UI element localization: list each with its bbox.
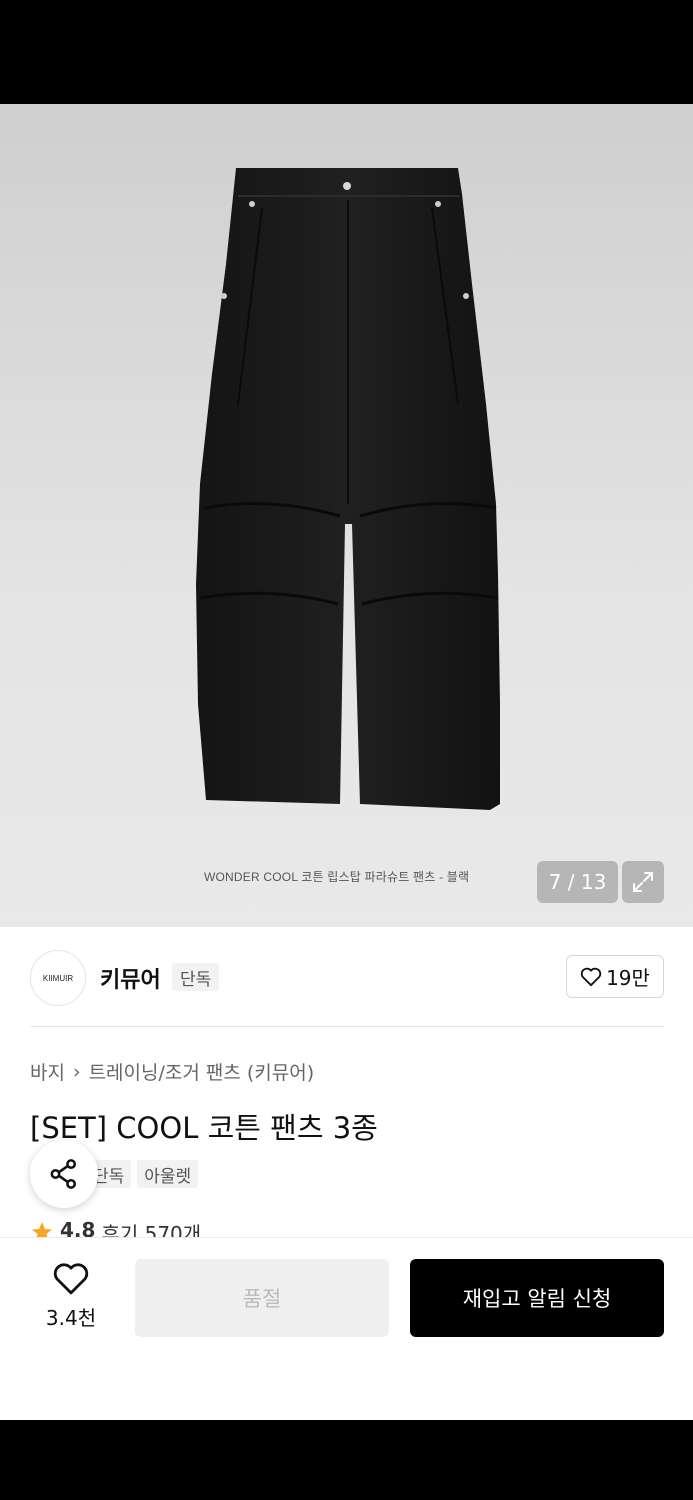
chevron-right-icon: ›	[72, 1060, 81, 1083]
navigation-bar	[0, 1420, 693, 1500]
brand-logo[interactable]: KIIMUIR	[30, 950, 86, 1006]
expand-icon	[633, 872, 653, 892]
product-title: [SET] COOL 코튼 팬츠 3종	[30, 1111, 378, 1145]
share-icon	[50, 1159, 77, 1189]
product-like-count: 3.4천	[45, 1306, 97, 1330]
review-count: 후기 570개	[101, 1222, 202, 1238]
expand-button[interactable]	[622, 861, 664, 903]
brand-like-button[interactable]: 19만	[566, 955, 664, 998]
image-counter: 7 / 13	[537, 861, 618, 903]
rating-score: 4.8	[60, 1218, 96, 1238]
product-image	[196, 168, 500, 810]
tag-outlet: 아울렛	[137, 1160, 199, 1188]
breadcrumb-item-category[interactable]: 바지	[30, 1058, 65, 1085]
brand-exclusive-badge: 단독	[172, 963, 220, 991]
product-image-gallery[interactable]: WONDER COOL 코튼 립스탑 파라슈트 팬츠 - 블랙 7 / 13	[0, 104, 693, 927]
breadcrumb-item-subcategory[interactable]: 트레이닝/조거 팬츠 (키뮤어)	[89, 1058, 315, 1085]
breadcrumb: 바지 › 트레이닝/조거 팬츠 (키뮤어)	[30, 1058, 314, 1085]
brand-like-count: 19만	[606, 966, 650, 990]
product-like-button[interactable]: 3.4천	[30, 1262, 112, 1332]
star-icon	[32, 1222, 52, 1238]
rating-summary[interactable]: 4.8 후기 570개	[30, 1218, 201, 1238]
share-button[interactable]	[30, 1140, 98, 1208]
heart-icon	[580, 967, 602, 986]
product-tags: 단독 아울렛	[86, 1160, 199, 1188]
soldout-button: 품절	[135, 1259, 389, 1337]
image-caption: WONDER COOL 코튼 립스탑 파라슈트 팬츠 - 블랙	[204, 870, 470, 884]
divider	[30, 1026, 664, 1027]
restock-alert-button[interactable]: 재입고 알림 신청	[410, 1259, 664, 1337]
status-bar	[0, 0, 693, 104]
brand-name[interactable]: 키뮤어	[100, 962, 161, 994]
heart-icon	[53, 1263, 89, 1295]
